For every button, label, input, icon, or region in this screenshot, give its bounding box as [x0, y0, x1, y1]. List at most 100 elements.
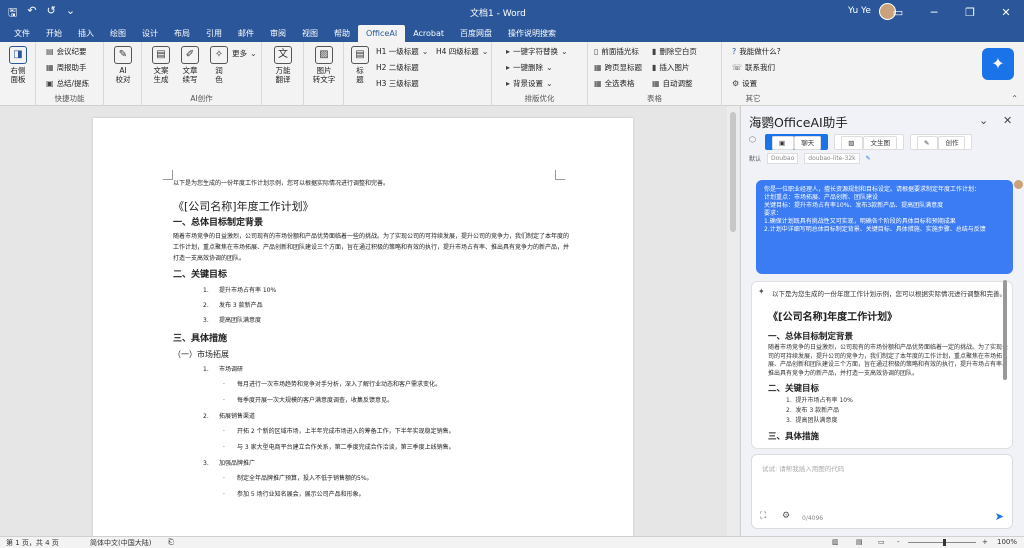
- image-to-text-button[interactable]: ▨ 图片 转文字: [310, 46, 338, 84]
- language-indicator[interactable]: 简体中文(中国大陆): [90, 538, 151, 548]
- accessibility-icon[interactable]: ⎗: [168, 538, 174, 547]
- tab-mailings[interactable]: 邮件: [230, 25, 262, 42]
- tab-officeai[interactable]: OfficeAI: [358, 25, 406, 42]
- maximize-icon[interactable]: ❐: [952, 0, 988, 24]
- user-name[interactable]: Yu Ye: [848, 6, 871, 16]
- right-panel-button[interactable]: ◨ 右侧 面板: [4, 46, 32, 84]
- background-setting-button[interactable]: ▸ 背景设置 ⌄: [506, 78, 553, 89]
- gear-icon[interactable]: ⚙: [782, 511, 790, 521]
- tab-text-to-image[interactable]: ▨ 文生图: [834, 134, 904, 150]
- answer-scrollbar[interactable]: [1003, 280, 1007, 380]
- list-item: 3. 提高团队满意度: [203, 317, 262, 324]
- tab-insert[interactable]: 插入: [70, 25, 102, 42]
- document-page[interactable]: 以下是为您生成的一份年度工作计划示例，您可以根据实际情况进行调整和完善。 《[公…: [93, 118, 633, 538]
- web-layout-icon[interactable]: ▭: [878, 538, 885, 546]
- answer-heading: 一、总体目标制定背景: [768, 332, 854, 342]
- tab-layout[interactable]: 布局: [166, 25, 198, 42]
- ribbon-display-icon[interactable]: ▭: [880, 0, 916, 24]
- zoom-level[interactable]: 100%: [997, 538, 1017, 546]
- summary-button[interactable]: ▣ 总结/提炼: [46, 78, 89, 89]
- summary-icon: ▣: [46, 79, 54, 88]
- doc-heading-3: 三、具体措施: [173, 334, 228, 344]
- close-icon[interactable]: ✕: [988, 0, 1024, 24]
- ai-proofread-button[interactable]: ✎ AI 校对: [109, 46, 137, 84]
- heading3-button[interactable]: H3 三级标题: [376, 78, 419, 89]
- polish-button[interactable]: ✧ 润 色: [205, 46, 233, 84]
- heading2-button[interactable]: H2 二级标题: [376, 62, 419, 73]
- group-ai-create: ▤ 文案 生成 ✐ 文章 续写 ✧ 润 色 更多 ⌄ AI创作: [142, 42, 262, 106]
- send-icon[interactable]: ➤: [995, 510, 1004, 523]
- screenshot-icon[interactable]: ⛶: [760, 511, 766, 521]
- calendar-icon: ▦: [46, 63, 54, 72]
- heading4-button[interactable]: H4 四级标题 ⌄: [436, 46, 489, 57]
- chevron-down-icon[interactable]: ⌄: [979, 114, 988, 127]
- copy-generate-button[interactable]: ▤ 文案 生成: [147, 46, 175, 84]
- model-name-chip[interactable]: doubao-lite-32k: [804, 153, 860, 164]
- scrollbar-thumb[interactable]: [730, 112, 736, 232]
- chat-input[interactable]: 试试: 请帮我插入用图的代码 ⛶ ⚙ 0/4096 ➤: [751, 454, 1013, 529]
- panel-icon: ◨: [9, 46, 27, 64]
- char-counter: 0/4096: [802, 515, 824, 522]
- read-mode-icon[interactable]: ▥: [832, 538, 839, 546]
- cube-icon[interactable]: ⬡: [749, 135, 756, 144]
- minimize-icon[interactable]: ─: [916, 0, 952, 24]
- tab-draw[interactable]: 绘图: [102, 25, 134, 42]
- page-count[interactable]: 第 1 页，共 4 页: [6, 538, 59, 548]
- auto-adjust-button[interactable]: ▦ 自动调整: [652, 78, 693, 89]
- prompt-text: 你是一位职业经理人，擅长资源规划和目标设定。请根据要求制定年度工作计划： 计划重…: [764, 186, 986, 233]
- collapse-ribbon-icon[interactable]: ⌃: [1011, 94, 1018, 103]
- model-provider-chip[interactable]: Doubao: [767, 153, 799, 164]
- delete-blank-page-button[interactable]: ▮ 删除空白页: [652, 46, 697, 57]
- tab-review[interactable]: 审阅: [262, 25, 294, 42]
- tab-file[interactable]: 文件: [6, 25, 38, 42]
- print-layout-icon[interactable]: ▤: [856, 538, 863, 546]
- image-icon: ▨: [315, 46, 333, 64]
- tab-acrobat[interactable]: Acrobat: [405, 25, 452, 42]
- insert-cursor-before-button[interactable]: ▯ 前面插光标: [594, 46, 639, 57]
- heading-button[interactable]: ▤ 标 题: [346, 46, 374, 84]
- translate-button[interactable]: 文 万能 翻译: [269, 46, 297, 84]
- group-fast: ▤ 会议纪要 ▦ 周报助手 ▣ 总结/提炼 快捷功能: [36, 42, 104, 106]
- zoom-out-button[interactable]: -: [897, 538, 900, 546]
- redo-icon[interactable]: ↺: [47, 4, 56, 23]
- undo-icon[interactable]: ↶: [27, 4, 36, 23]
- tab-home[interactable]: 开始: [38, 25, 70, 42]
- replace-icon: ▸: [506, 47, 511, 56]
- tab-baidu-netdisk[interactable]: 百度网盘: [452, 25, 500, 42]
- ribbon: ◨ 右侧 面板 ▤ 会议纪要 ▦ 周报助手 ▣ 总结/提炼 快捷功能 ✎ AI 校对 …: [0, 42, 1024, 106]
- cross-page-header-button[interactable]: ▦ 跨页显标题: [594, 62, 642, 73]
- settings-button[interactable]: ⚙ 设置: [732, 78, 757, 89]
- more-dropdown[interactable]: 更多 ⌄: [232, 48, 257, 59]
- tell-me-search[interactable]: 操作说明搜索: [500, 25, 564, 42]
- zoom-slider-handle[interactable]: [943, 539, 946, 546]
- group-table: ▯ 前面插光标 ▦ 跨页显标题 ▦ 全选表格 ▮ 删除空白页 ▮ 插入图片 ▦ 自动调整 表…: [588, 42, 722, 106]
- one-key-delete-button[interactable]: ▸ 一键删除 ⌄: [506, 62, 553, 73]
- save-icon[interactable]: 🖫: [8, 4, 17, 23]
- tab-view[interactable]: 视图: [294, 25, 326, 42]
- contact-us-button[interactable]: ☏ 联系我们: [732, 62, 775, 73]
- heading1-button[interactable]: H1 一级标题 ⌄: [376, 46, 429, 57]
- list-item: 1. 提升市场占有率 10%: [786, 397, 853, 404]
- chevron-down-icon: ⌄: [481, 47, 489, 56]
- customize-icon[interactable]: ⌄: [66, 4, 75, 23]
- replace-chars-button[interactable]: ▸ 一键字符替换 ⌄: [506, 46, 568, 57]
- meeting-minutes-button[interactable]: ▤ 会议纪要: [46, 46, 87, 57]
- tab-help[interactable]: 帮助: [326, 25, 358, 42]
- tab-design[interactable]: 设计: [134, 25, 166, 42]
- insert-picture-button[interactable]: ▮ 插入图片: [652, 62, 689, 73]
- document-scrollbar[interactable]: [727, 106, 739, 536]
- group-other: ? 我能做什么? ☏ 联系我们 ⚙ 设置 其它: [732, 46, 781, 103]
- tab-references[interactable]: 引用: [198, 25, 230, 42]
- what-can-i-do-button[interactable]: ? 我能做什么?: [732, 46, 781, 57]
- select-all-tables-button[interactable]: ▦ 全选表格: [594, 78, 635, 89]
- zoom-slider[interactable]: [908, 542, 976, 543]
- zoom-in-button[interactable]: +: [982, 538, 988, 546]
- document-workspace: 以下是为您生成的一份年度工作计划示例，您可以根据实际情况进行调整和完善。 《[公…: [0, 106, 740, 538]
- weekly-report-button[interactable]: ▦ 周报助手: [46, 62, 87, 73]
- close-icon[interactable]: ✕: [1003, 114, 1012, 127]
- tab-create[interactable]: ✎ 创作: [909, 134, 973, 150]
- pencil-icon[interactable]: ✎: [866, 155, 871, 162]
- tab-chat[interactable]: ▣ 聊天: [765, 134, 829, 150]
- answer-intro: 以下是为您生成的一份年度工作计划示例，您可以根据实际情况进行调整和完善。: [772, 290, 1006, 298]
- continue-writing-button[interactable]: ✐ 文章 续写: [176, 46, 204, 84]
